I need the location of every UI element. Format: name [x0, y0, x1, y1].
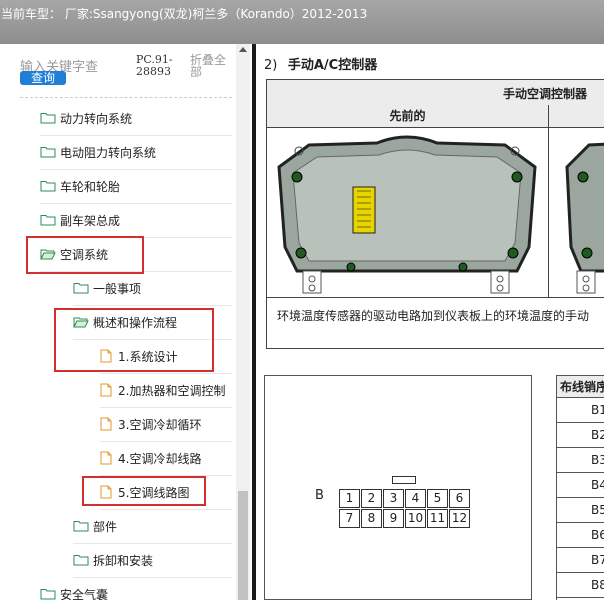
folder-icon [40, 589, 56, 600]
folder-icon [73, 555, 89, 566]
connector-label: B [315, 488, 324, 503]
connector-pin: 10 [405, 509, 426, 528]
folder-icon [73, 521, 89, 532]
section-number: 2) [264, 58, 278, 73]
scroll-up-icon[interactable] [239, 47, 247, 52]
folder-icon [73, 283, 89, 294]
ac-controller-photo [277, 135, 537, 294]
connector-pin: 1 [339, 489, 360, 508]
tree-item-label: 2.加热器和空调控制 [118, 383, 226, 398]
tree-scrollbar[interactable] [236, 44, 250, 600]
folder-icon [40, 113, 56, 124]
tree-item[interactable]: 拆卸和安装 [73, 543, 232, 578]
top-bar: 当前车型： 厂家:Ssangyong(双龙)柯兰多（Korando）2012-2… [0, 0, 604, 44]
tree-item[interactable]: 4.空调冷却线路 [100, 441, 232, 476]
controller-table-title: 手动空调控制器 [503, 87, 588, 101]
connector-pin: 9 [383, 509, 404, 528]
tree-item-label: 安全气囊 [60, 587, 109, 600]
highlight-box-overview [54, 308, 214, 372]
connector-pin: 11 [427, 509, 448, 528]
connector-pin: 6 [449, 489, 470, 508]
tree-item-label: 3.空调冷却循环 [118, 417, 202, 432]
pin-id: B4 [591, 478, 604, 492]
tree-item-label: 副车架总成 [60, 213, 121, 228]
highlight-box-ac-system [26, 236, 144, 274]
tree-item-label: 电动阻力转向系统 [60, 145, 157, 160]
highlight-box-wiring-diagram [82, 476, 206, 506]
tree-item-label: 动力转向系统 [60, 111, 133, 126]
controller-table-header: 手动空调控制器 [267, 80, 604, 106]
document-icon [100, 451, 112, 465]
pin-table-row: B5 [557, 498, 604, 523]
tree-item[interactable]: 电动阻力转向系统 [40, 135, 232, 170]
tree-item[interactable]: 2.加热器和空调控制 [100, 373, 232, 408]
pin-table-row: B1 [557, 398, 604, 423]
folder-icon [40, 147, 56, 158]
tree-item-label: 部件 [93, 519, 118, 534]
tree-item[interactable]: 安全气囊 [40, 577, 232, 600]
controller-table-columns: 先前的 [267, 105, 604, 128]
connector-pin: 7 [339, 509, 360, 528]
pin-id: B6 [591, 528, 604, 542]
connector-diagram: B 1 2 3 4 5 6 7 8 9 10 11 12 [264, 375, 532, 600]
vehicle-model-title: 当前车型： 厂家:Ssangyong(双龙)柯兰多（Korando）2012-2… [1, 7, 368, 21]
pin-table-row: B6 [557, 523, 604, 548]
section-heading: 2) 手动A/C控制器 [264, 54, 377, 73]
pin-id: B3 [591, 453, 604, 467]
column-previous: 先前的 [267, 105, 549, 127]
document-icon [100, 383, 112, 397]
tree-item[interactable]: 3.空调冷却循环 [100, 407, 232, 442]
pin-table: 布线销序 B1 B2 B3 B4 B5 B6 B7 B8 [556, 375, 604, 600]
collapse-all-button[interactable]: 折叠全部 [190, 54, 230, 78]
connector-pin: 5 [427, 489, 448, 508]
navigation-panel: 输入关键字查 查询 PC.91-28893 折叠全部 动力转向系统 电动阻力转向系… [0, 44, 252, 600]
controller-description: 环境温度传感器的驱动电路加到仪表板上的环境温度的手动 [277, 309, 590, 323]
folder-icon [40, 181, 56, 192]
pin-id: B8 [591, 578, 604, 592]
tree-item[interactable]: 副车架总成 [40, 203, 232, 238]
document-icon [100, 417, 112, 431]
tree-item-label: 车轮和轮胎 [60, 179, 121, 194]
pin-table-row: B4 [557, 473, 604, 498]
pin-id: B7 [591, 553, 604, 567]
ac-controller-photo-new [565, 142, 604, 294]
folder-icon [40, 215, 56, 226]
tree-item-label: 拆卸和安装 [93, 553, 154, 568]
pin-id: B2 [591, 428, 604, 442]
tree-item[interactable]: 动力转向系统 [40, 101, 232, 136]
connector-pin: 3 [383, 489, 404, 508]
search-separator [20, 97, 232, 98]
connector-pin: 12 [449, 509, 470, 528]
tree-item[interactable]: 车轮和轮胎 [40, 169, 232, 204]
pc-code: PC.91-28893 [136, 53, 173, 78]
connector-pin: 2 [361, 489, 382, 508]
section-title: 手动A/C控制器 [287, 58, 378, 73]
tree-item-label: 一般事项 [93, 281, 142, 296]
controller-table: 手动空调控制器 先前的 环境温度传感器的驱动电路加到仪表板上的环境温度的手动 [266, 79, 604, 349]
pin-table-row: B7 [557, 548, 604, 573]
pin-table-row: B2 [557, 423, 604, 448]
pin-id: B1 [591, 403, 604, 417]
pin-table-header: 布线销序 [557, 376, 604, 398]
search-button[interactable]: 查询 [20, 71, 66, 85]
connector-pin: 4 [405, 489, 426, 508]
pin-table-row: B3 [557, 448, 604, 473]
controller-image-cell-new [549, 127, 604, 298]
document-panel: 2) 手动A/C控制器 手动空调控制器 先前的 环境温度传感器的驱动电路加到仪表… [256, 44, 604, 600]
scroll-thumb[interactable] [238, 491, 248, 600]
tree-item[interactable]: 一般事项 [73, 271, 232, 306]
tree-item-label: 4.空调冷却线路 [118, 451, 202, 466]
pin-table-row: B8 [557, 573, 604, 598]
controller-image-cell [267, 127, 549, 298]
connector-latch [392, 476, 416, 484]
pin-id: B5 [591, 503, 604, 517]
tree-item[interactable]: 部件 [73, 509, 232, 544]
connector-pin: 8 [361, 509, 382, 528]
